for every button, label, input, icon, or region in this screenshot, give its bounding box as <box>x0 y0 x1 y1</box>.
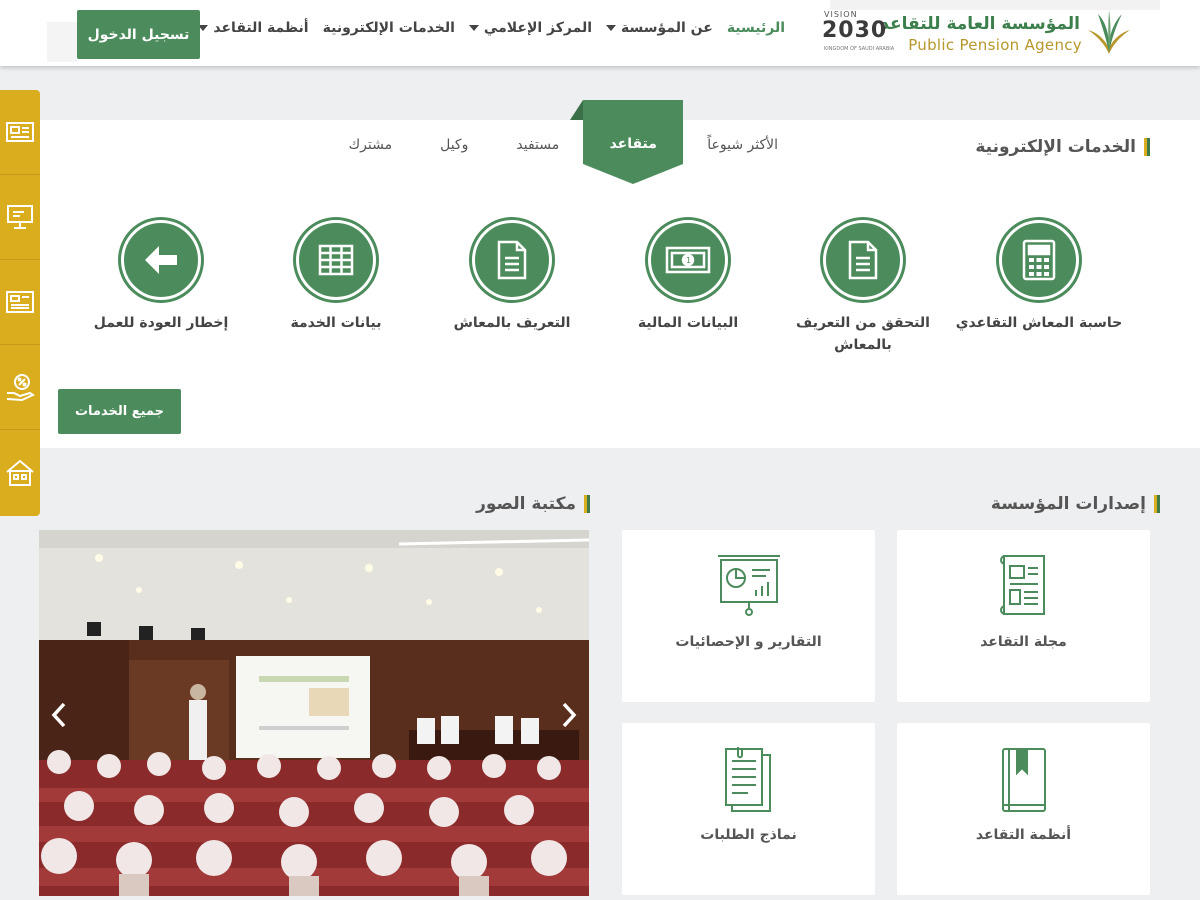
title-bar-mark <box>1154 495 1160 513</box>
nav-label: المركز الإعلامي <box>483 20 593 36</box>
nav-item-about[interactable]: عن المؤسسة <box>606 20 713 36</box>
all-services-button[interactable]: جميع الخدمات <box>58 389 181 434</box>
nav-item-media-center[interactable]: المركز الإعلامي <box>468 20 593 36</box>
gallery-photo <box>39 530 589 896</box>
service-icon-circle <box>472 220 552 300</box>
logo-english-name: Public Pension Agency <box>908 36 1082 54</box>
nav-item-home[interactable]: الرئيسية <box>727 20 785 36</box>
pub-label: التقارير و الإحصائيات <box>675 634 822 650</box>
service-label: إخطار العودة للعمل <box>93 315 229 331</box>
service-icon-circle <box>823 220 903 300</box>
login-button[interactable]: تسجيل الدخول <box>77 10 200 59</box>
pub-label: نماذج الطلبات <box>700 827 797 843</box>
nav-label: أنظمة التقاعد <box>213 20 309 36</box>
nav-label: عن المؤسسة <box>621 20 713 36</box>
service-icon-circle <box>296 220 376 300</box>
service-label: البيانات المالية <box>637 315 739 331</box>
calculator-icon <box>1022 239 1056 281</box>
presentation-chart-icon <box>717 555 780 616</box>
gallery-prev-arrow[interactable] <box>45 700 73 730</box>
eservices-title-text: الخدمات الإلكترونية <box>975 137 1136 157</box>
side-tool-financing[interactable] <box>0 345 40 430</box>
newspaper-icon <box>6 122 34 142</box>
tab-agent[interactable]: وكيل <box>416 120 492 170</box>
side-tool-eservices[interactable] <box>0 175 40 260</box>
nav-label: الخدمات الإلكترونية <box>322 20 455 36</box>
tab-retiree[interactable]: متقاعد <box>570 100 684 184</box>
side-toolbar <box>0 90 40 516</box>
magazine-icon <box>999 555 1045 615</box>
document-icon <box>497 240 527 280</box>
service-label: التعريف بالمعاش <box>453 315 571 331</box>
gallery-title: مكتبة الصور <box>476 494 590 514</box>
vision-subtitle: KINGDOM OF SAUDI ARABIA <box>824 46 895 52</box>
gallery-title-text: مكتبة الصور <box>476 494 576 514</box>
photo-gallery-slider[interactable] <box>39 530 589 896</box>
title-bar-mark <box>1144 138 1150 156</box>
site-header: المؤسسة العامة للتقاعد Public Pension Ag… <box>0 0 1200 66</box>
service-service-data[interactable]: بيانات الخدمة <box>251 220 421 334</box>
pub-card-magazine[interactable]: مجلة التقاعد <box>897 530 1150 702</box>
pub-card-pension-systems[interactable]: أنظمة التقاعد <box>897 723 1150 895</box>
logo-arabic-name: المؤسسة العامة للتقاعد <box>880 14 1080 34</box>
percent-hand-icon <box>6 374 36 402</box>
palm-leaf-logo-icon <box>1088 10 1130 54</box>
service-pension-certificate[interactable]: التعريف بالمعاش <box>427 220 597 334</box>
pub-card-reports[interactable]: التقارير و الإحصائيات <box>622 530 875 702</box>
vision-2030-logo: VISION 2030 KINGDOM OF SAUDI ARABIA <box>820 8 895 58</box>
side-tool-news[interactable] <box>0 90 40 175</box>
tab-subscriber[interactable]: مشترك <box>325 120 416 170</box>
service-icon-circle: 1 <box>648 220 728 300</box>
service-verify-pension[interactable]: التحقق من التعريف بالمعاش <box>778 220 948 356</box>
service-label: حاسبة المعاش التقاعدي <box>955 315 1123 331</box>
service-return-to-work[interactable]: إخطار العودة للعمل <box>76 220 246 334</box>
pub-label: مجلة التقاعد <box>980 634 1067 650</box>
service-icon-circle <box>121 220 201 300</box>
chevron-right-icon <box>562 702 577 728</box>
eservices-tabs: الأكثر شيوعاً متقاعد مستفيد وكيل مشترك <box>325 100 802 184</box>
service-pension-calculator[interactable]: حاسبة المعاش التقاعدي <box>954 220 1124 334</box>
money-icon: 1 <box>665 246 711 274</box>
document-check-icon <box>848 240 878 280</box>
service-label: التحقق من التعريف بالمعاش <box>796 315 930 353</box>
publications-title-text: إصدارات المؤسسة <box>990 494 1146 514</box>
svg-text:1: 1 <box>686 256 691 265</box>
chevron-left-icon <box>51 702 66 728</box>
eservices-title: الخدمات الإلكترونية <box>975 137 1150 157</box>
publications-title: إصدارات المؤسسة <box>991 494 1160 514</box>
forms-icon <box>724 747 771 812</box>
gallery-next-arrow[interactable] <box>555 700 583 730</box>
service-financial-data[interactable]: 1 البيانات المالية <box>603 220 773 334</box>
side-tool-publications[interactable] <box>0 260 40 345</box>
tab-beneficiary[interactable]: مستفيد <box>492 120 583 170</box>
eservices-panel: الخدمات الإلكترونية الأكثر شيوعاً متقاعد… <box>40 100 1200 448</box>
document-icon <box>6 291 34 313</box>
service-icon-circle <box>999 220 1079 300</box>
side-tool-housing[interactable] <box>0 430 40 515</box>
table-icon <box>318 244 354 276</box>
main-nav: الرئيسية عن المؤسسة المركز الإعلامي الخد… <box>198 20 785 36</box>
title-bar-mark <box>584 495 590 513</box>
pub-card-forms[interactable]: نماذج الطلبات <box>622 723 875 895</box>
agency-logo[interactable]: المؤسسة العامة للتقاعد Public Pension Ag… <box>880 8 1138 56</box>
pub-icon-wrap <box>622 745 875 815</box>
monitor-icon <box>7 205 33 229</box>
book-icon <box>1001 748 1046 812</box>
nav-item-pension-systems[interactable]: أنظمة التقاعد <box>198 20 309 36</box>
service-label: بيانات الخدمة <box>290 315 382 331</box>
house-icon <box>6 459 34 486</box>
pub-label: أنظمة التقاعد <box>975 827 1072 843</box>
tab-most-popular[interactable]: الأكثر شيوعاً <box>683 120 802 170</box>
pub-icon-wrap <box>897 745 1150 815</box>
arrow-left-icon <box>145 246 177 274</box>
nav-item-eservices[interactable]: الخدمات الإلكترونية <box>323 20 455 36</box>
nav-label: الرئيسية <box>726 20 785 36</box>
caret-down-icon <box>606 25 617 31</box>
caret-down-icon <box>468 25 479 31</box>
header-ghost-element <box>47 22 77 62</box>
pub-icon-wrap <box>897 552 1150 622</box>
pub-icon-wrap <box>622 552 875 622</box>
vision-year: 2030 <box>822 18 888 43</box>
